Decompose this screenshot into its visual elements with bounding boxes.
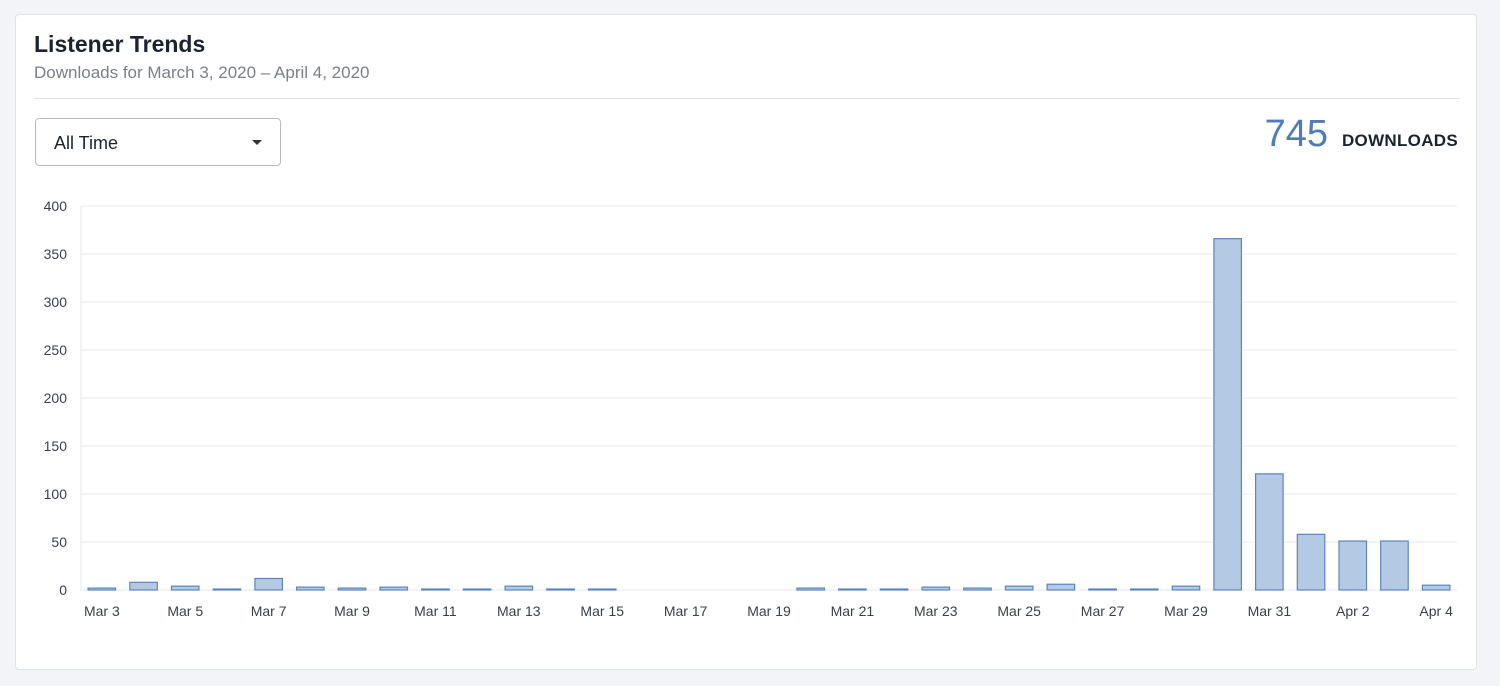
bar-apr-2[interactable] xyxy=(1338,540,1368,591)
x-tick-label: Mar 25 xyxy=(997,603,1041,619)
bar-apr-3[interactable] xyxy=(1380,540,1409,591)
bar-mar-30[interactable] xyxy=(1213,238,1243,591)
bar-mar-9[interactable] xyxy=(337,587,367,591)
bar-apr-1[interactable] xyxy=(1296,533,1326,591)
y-tick-label: 250 xyxy=(44,342,68,358)
x-tick-label: Mar 13 xyxy=(497,603,541,619)
bar-mar-14[interactable] xyxy=(546,588,575,591)
x-tick-label: Mar 9 xyxy=(334,603,370,619)
grid-lines xyxy=(80,205,1457,591)
x-tick-label: Apr 4 xyxy=(1419,603,1453,619)
bar-mar-6[interactable] xyxy=(212,588,242,591)
bar-mar-28[interactable] xyxy=(1129,588,1159,591)
bar-mar-13[interactable] xyxy=(504,585,534,591)
bar-mar-24[interactable] xyxy=(963,587,992,591)
y-tick-label: 200 xyxy=(44,390,68,406)
bar-mar-27[interactable] xyxy=(1088,588,1117,591)
y-tick-label: 400 xyxy=(44,198,68,214)
bar-mar-25[interactable] xyxy=(1004,585,1034,591)
x-tick-label: Mar 11 xyxy=(414,603,457,619)
x-tick-label: Mar 17 xyxy=(664,603,708,619)
x-tick-label: Apr 2 xyxy=(1336,603,1370,619)
x-tick-label: Mar 7 xyxy=(251,603,287,619)
bar-mar-31[interactable] xyxy=(1254,473,1284,591)
bar-mar-12[interactable] xyxy=(462,588,492,591)
bar-mar-29[interactable] xyxy=(1171,585,1201,591)
bar-mar-22[interactable] xyxy=(879,588,909,591)
bar-mar-3[interactable] xyxy=(87,587,117,591)
x-tick-label: Mar 23 xyxy=(914,603,958,619)
x-tick-label: Mar 3 xyxy=(84,603,120,619)
bar-mar-21[interactable] xyxy=(838,588,867,591)
bar-mar-7[interactable] xyxy=(254,577,284,591)
x-tick-label: Mar 5 xyxy=(167,603,203,619)
bar-mar-26[interactable] xyxy=(1046,583,1076,591)
y-tick-label: 100 xyxy=(44,486,68,502)
x-tick-label: Mar 27 xyxy=(1081,603,1125,619)
bar-mar-8[interactable] xyxy=(295,586,325,591)
y-tick-label: 150 xyxy=(44,438,68,454)
x-axis-tick-labels: Mar 3 Mar 5 Mar 7 Mar 9 Mar 11 Mar 13 Mar 15 Ma… xyxy=(84,603,1453,619)
x-tick-label: Mar 21 xyxy=(831,603,875,619)
x-tick-label: Mar 19 xyxy=(747,603,791,619)
y-axis-tick-labels: 0 50 100 150 200 250 300 350 400 xyxy=(44,198,68,598)
x-tick-label: Mar 31 xyxy=(1248,603,1292,619)
x-tick-label: Mar 29 xyxy=(1164,603,1208,619)
bar-mar-20[interactable] xyxy=(796,587,826,591)
bar-mar-15[interactable] xyxy=(587,588,617,591)
bar-mar-5[interactable] xyxy=(170,585,200,591)
y-tick-label: 0 xyxy=(59,582,67,598)
bar-apr-4[interactable] xyxy=(1421,584,1451,591)
bar-mar-11[interactable] xyxy=(421,588,450,591)
bar-mar-23[interactable] xyxy=(921,586,951,591)
bars xyxy=(87,238,1451,591)
y-tick-label: 350 xyxy=(44,246,68,262)
y-tick-label: 300 xyxy=(44,294,68,310)
x-tick-label: Mar 15 xyxy=(580,603,624,619)
downloads-bar-chart: 0 50 100 150 200 250 300 350 400 Mar 3 Mar 5 Mar 7… xyxy=(44,198,1457,619)
listener-trends-card: Listener Trends Downloads for March 3, 2… xyxy=(15,14,1477,670)
bar-mar-10[interactable] xyxy=(379,586,409,591)
y-tick-label: 50 xyxy=(51,534,67,550)
bar-mar-4[interactable] xyxy=(129,581,158,591)
